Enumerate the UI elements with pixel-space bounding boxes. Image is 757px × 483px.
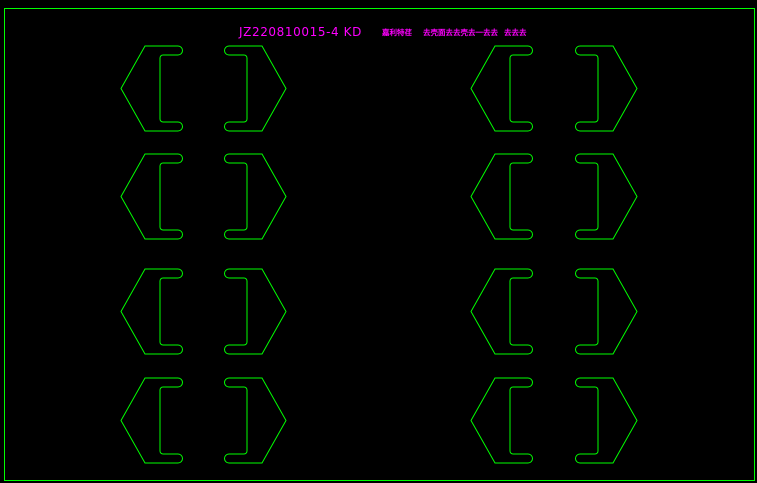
part-right-profile [224,153,287,240]
part-right-profile [575,153,638,240]
sheet-border [4,8,755,481]
part-left-profile [120,153,183,240]
part-left-profile [120,377,183,464]
drawing-note-2: 去壳面去去壳去一去去 [423,27,498,37]
part-right-profile [224,45,287,132]
part-right-profile [224,268,287,355]
nested-parts-layout [120,45,638,464]
part-left-profile [470,268,533,355]
part-left-profile [120,45,183,132]
part-left-profile [470,153,533,240]
part-right-profile [575,268,638,355]
cad-drawing-canvas: JZ220810015-4 KD 嘉利特荏 去壳面去去壳去一去去 去去去 [4,8,755,481]
part-right-profile [224,377,287,464]
drawing-note-1: 嘉利特荏 [381,27,412,37]
part-left-profile [120,268,183,355]
part-right-profile [575,45,638,132]
part-left-profile [470,377,533,464]
drawing-code: JZ220810015-4 KD [238,25,362,39]
part-right-profile [575,377,638,464]
part-left-profile [470,45,533,132]
drawing-note-3: 去去去 [504,27,527,37]
